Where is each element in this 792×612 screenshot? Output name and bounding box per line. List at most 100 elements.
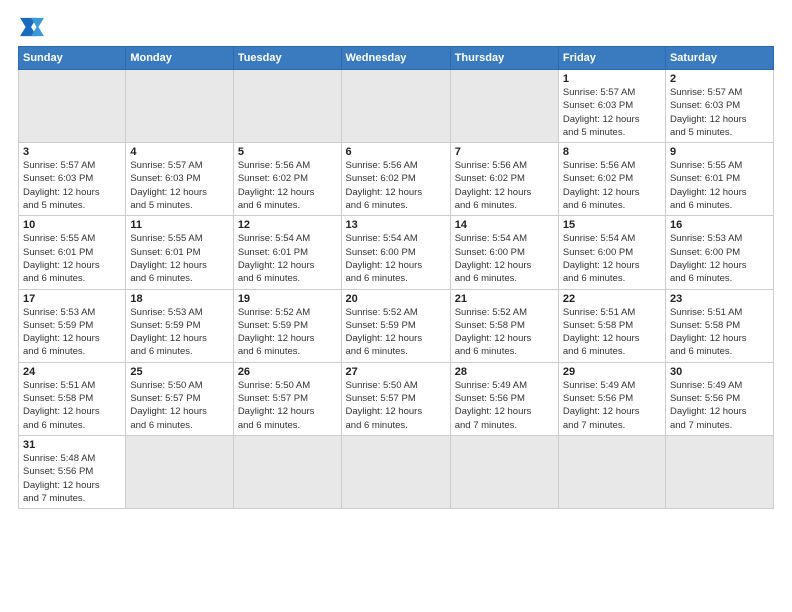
- header: [18, 16, 774, 38]
- calendar-cell: [19, 70, 126, 143]
- calendar-table: SundayMondayTuesdayWednesdayThursdayFrid…: [18, 46, 774, 509]
- day-number: 15: [563, 219, 661, 231]
- day-number: 3: [23, 146, 121, 158]
- day-number: 12: [238, 219, 337, 231]
- calendar-cell: 5Sunrise: 5:56 AMSunset: 6:02 PMDaylight…: [233, 143, 341, 216]
- day-info: Sunrise: 5:57 AMSunset: 6:03 PMDaylight:…: [563, 86, 661, 139]
- logo: [18, 16, 50, 38]
- day-number: 17: [23, 293, 121, 305]
- day-info: Sunrise: 5:55 AMSunset: 6:01 PMDaylight:…: [23, 232, 121, 285]
- day-number: 8: [563, 146, 661, 158]
- calendar-cell: [558, 435, 665, 508]
- calendar-cell: [341, 70, 450, 143]
- week-row-3: 17Sunrise: 5:53 AMSunset: 5:59 PMDayligh…: [19, 289, 774, 362]
- weekday-friday: Friday: [558, 47, 665, 70]
- calendar-cell: 20Sunrise: 5:52 AMSunset: 5:59 PMDayligh…: [341, 289, 450, 362]
- day-number: 20: [346, 293, 446, 305]
- generalblue-icon: [18, 16, 46, 38]
- week-row-0: 1Sunrise: 5:57 AMSunset: 6:03 PMDaylight…: [19, 70, 774, 143]
- week-row-1: 3 Sunrise: 5:57 AMSunset: 6:03 PMDaylight…: [19, 143, 774, 216]
- calendar-cell: 31Sunrise: 5:48 AMSunset: 5:56 PMDayligh…: [19, 435, 126, 508]
- calendar-cell: 3Sunrise: 5:57 AMSunset: 6:03 PMDaylight…: [19, 143, 126, 216]
- day-info: Sunrise: 5:50 AMSunset: 5:57 PMDaylight:…: [238, 379, 337, 432]
- calendar-cell: 17Sunrise: 5:53 AMSunset: 5:59 PMDayligh…: [19, 289, 126, 362]
- day-info: Sunrise: 5:56 AMSunset: 6:02 PMDaylight:…: [238, 159, 337, 212]
- calendar-cell: 29Sunrise: 5:49 AMSunset: 5:56 PMDayligh…: [558, 362, 665, 435]
- calendar-cell: 22Sunrise: 5:51 AMSunset: 5:58 PMDayligh…: [558, 289, 665, 362]
- calendar-cell: 28Sunrise: 5:49 AMSunset: 5:56 PMDayligh…: [450, 362, 558, 435]
- day-number: 23: [670, 293, 769, 305]
- day-info: Sunrise: 5:57 AMSunset: 6:03 PMDaylight:…: [670, 86, 769, 139]
- day-info: Sunrise: 5:53 AMSunset: 5:59 PMDaylight:…: [23, 306, 121, 359]
- weekday-saturday: Saturday: [665, 47, 773, 70]
- day-info: Sunrise: 5:51 AMSunset: 5:58 PMDaylight:…: [670, 306, 769, 359]
- weekday-monday: Monday: [126, 47, 233, 70]
- day-info: Sunrise: 5:49 AMSunset: 5:56 PMDaylight:…: [670, 379, 769, 432]
- day-number: 6: [346, 146, 446, 158]
- weekday-tuesday: Tuesday: [233, 47, 341, 70]
- day-info: Sunrise: 5:54 AMSunset: 6:00 PMDaylight:…: [346, 232, 446, 285]
- day-info: Sunrise: 5:54 AMSunset: 6:00 PMDaylight:…: [563, 232, 661, 285]
- calendar-cell: [126, 435, 233, 508]
- calendar-cell: 11Sunrise: 5:55 AMSunset: 6:01 PMDayligh…: [126, 216, 233, 289]
- weekday-sunday: Sunday: [19, 47, 126, 70]
- calendar-cell: 12Sunrise: 5:54 AMSunset: 6:01 PMDayligh…: [233, 216, 341, 289]
- weekday-thursday: Thursday: [450, 47, 558, 70]
- day-number: 1: [563, 73, 661, 85]
- calendar-cell: 27Sunrise: 5:50 AMSunset: 5:57 PMDayligh…: [341, 362, 450, 435]
- day-number: 5: [238, 146, 337, 158]
- calendar-cell: 4Sunrise: 5:57 AMSunset: 6:03 PMDaylight…: [126, 143, 233, 216]
- day-number: 11: [130, 219, 228, 231]
- calendar-cell: 7Sunrise: 5:56 AMSunset: 6:02 PMDaylight…: [450, 143, 558, 216]
- calendar-cell: 8Sunrise: 5:56 AMSunset: 6:02 PMDaylight…: [558, 143, 665, 216]
- day-info: Sunrise: 5:56 AMSunset: 6:02 PMDaylight:…: [563, 159, 661, 212]
- day-number: 4: [130, 146, 228, 158]
- calendar-cell: [450, 435, 558, 508]
- calendar-cell: 6Sunrise: 5:56 AMSunset: 6:02 PMDaylight…: [341, 143, 450, 216]
- calendar-cell: [665, 435, 773, 508]
- weekday-header-row: SundayMondayTuesdayWednesdayThursdayFrid…: [19, 47, 774, 70]
- day-info: Sunrise: 5:56 AMSunset: 6:02 PMDaylight:…: [455, 159, 554, 212]
- calendar-cell: 15Sunrise: 5:54 AMSunset: 6:00 PMDayligh…: [558, 216, 665, 289]
- day-info: Sunrise: 5:54 AMSunset: 6:01 PMDaylight:…: [238, 232, 337, 285]
- weekday-wednesday: Wednesday: [341, 47, 450, 70]
- day-info: Sunrise: 5:52 AMSunset: 5:59 PMDaylight:…: [238, 306, 337, 359]
- day-info: Sunrise: 5:57 AMSunset: 6:03 PMDaylight:…: [130, 159, 228, 212]
- calendar-header: SundayMondayTuesdayWednesdayThursdayFrid…: [19, 47, 774, 70]
- logo-area: [18, 16, 50, 38]
- day-number: 24: [23, 366, 121, 378]
- calendar-cell: 21Sunrise: 5:52 AMSunset: 5:58 PMDayligh…: [450, 289, 558, 362]
- day-info: Sunrise: 5:53 AMSunset: 6:00 PMDaylight:…: [670, 232, 769, 285]
- day-info: Sunrise: 5:53 AMSunset: 5:59 PMDaylight:…: [130, 306, 228, 359]
- calendar-cell: 10Sunrise: 5:55 AMSunset: 6:01 PMDayligh…: [19, 216, 126, 289]
- day-info: Sunrise: 5:49 AMSunset: 5:56 PMDaylight:…: [563, 379, 661, 432]
- day-number: 9: [670, 146, 769, 158]
- day-info: Sunrise: 5:52 AMSunset: 5:59 PMDaylight:…: [346, 306, 446, 359]
- day-number: 19: [238, 293, 337, 305]
- day-info: Sunrise: 5:50 AMSunset: 5:57 PMDaylight:…: [346, 379, 446, 432]
- page: SundayMondayTuesdayWednesdayThursdayFrid…: [0, 0, 792, 612]
- day-number: 13: [346, 219, 446, 231]
- calendar-cell: [450, 70, 558, 143]
- calendar-cell: 1Sunrise: 5:57 AMSunset: 6:03 PMDaylight…: [558, 70, 665, 143]
- day-info: Sunrise: 5:52 AMSunset: 5:58 PMDaylight:…: [455, 306, 554, 359]
- calendar-cell: 18Sunrise: 5:53 AMSunset: 5:59 PMDayligh…: [126, 289, 233, 362]
- calendar-cell: [233, 435, 341, 508]
- day-info: Sunrise: 5:48 AMSunset: 5:56 PMDaylight:…: [23, 452, 121, 505]
- calendar-cell: 19Sunrise: 5:52 AMSunset: 5:59 PMDayligh…: [233, 289, 341, 362]
- week-row-2: 10Sunrise: 5:55 AMSunset: 6:01 PMDayligh…: [19, 216, 774, 289]
- day-number: 21: [455, 293, 554, 305]
- day-number: 27: [346, 366, 446, 378]
- day-info: Sunrise: 5:51 AMSunset: 5:58 PMDaylight:…: [563, 306, 661, 359]
- calendar-cell: 16Sunrise: 5:53 AMSunset: 6:00 PMDayligh…: [665, 216, 773, 289]
- day-info: Sunrise: 5:55 AMSunset: 6:01 PMDaylight:…: [130, 232, 228, 285]
- day-number: 22: [563, 293, 661, 305]
- day-number: 30: [670, 366, 769, 378]
- calendar-cell: 26Sunrise: 5:50 AMSunset: 5:57 PMDayligh…: [233, 362, 341, 435]
- calendar-cell: 2Sunrise: 5:57 AMSunset: 6:03 PMDaylight…: [665, 70, 773, 143]
- day-number: 16: [670, 219, 769, 231]
- calendar-cell: 9Sunrise: 5:55 AMSunset: 6:01 PMDaylight…: [665, 143, 773, 216]
- day-info: Sunrise: 5:54 AMSunset: 6:00 PMDaylight:…: [455, 232, 554, 285]
- day-number: 29: [563, 366, 661, 378]
- calendar-cell: 13Sunrise: 5:54 AMSunset: 6:00 PMDayligh…: [341, 216, 450, 289]
